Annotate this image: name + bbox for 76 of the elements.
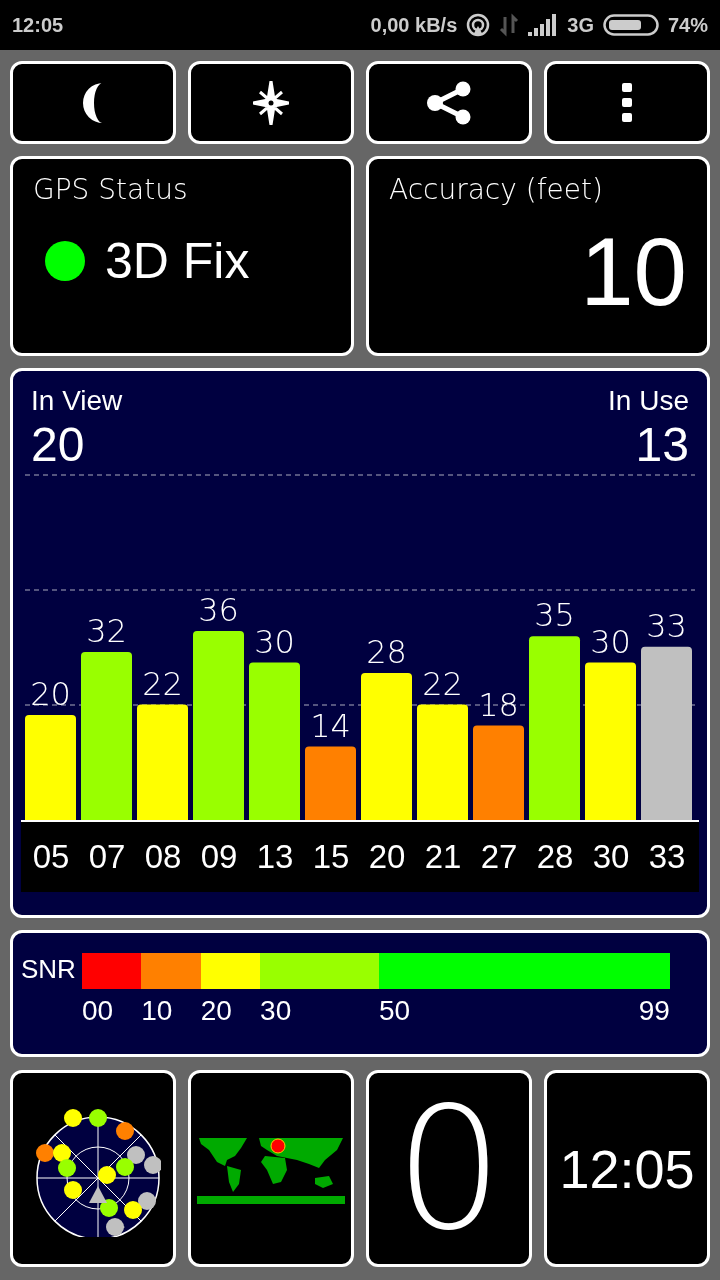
satellite-id: 08 [143,838,183,876]
satellite-id: 07 [87,838,127,876]
signal-icon [528,14,559,36]
satellite-dot [98,1165,116,1184]
card-title: Accuracy (feet) [389,173,604,206]
satellite-dot [58,1158,76,1177]
satellite-id: 28 [535,838,575,876]
world-map-tile[interactable] [188,1070,354,1267]
data-speed: 0,00 kB/s [370,13,458,37]
menu-icon [621,82,633,123]
snr-label: SNR [21,954,76,986]
data-arrows-icon [499,13,520,37]
bar-value: 32 [86,612,127,650]
in-view-count: 20 [31,417,86,472]
satellite-dot [53,1143,71,1162]
counter-tile[interactable]: 0 [366,1070,532,1267]
bar-value: 28 [366,633,407,671]
snr-tick: 20 [200,995,232,1027]
satellite-dot [116,1121,134,1140]
satellite-dot [124,1200,142,1219]
satellite-id: 21 [423,838,463,876]
bar-value: 35 [534,596,575,635]
sky-plot-tile[interactable] [10,1070,176,1267]
snr-tick: 50 [378,995,411,1027]
share-icon [425,80,473,125]
bar-value: 36 [198,591,239,629]
bar-value: 18 [478,685,519,724]
satellite-marker [106,1217,125,1236]
satellite-dot [127,1145,145,1164]
card-title: GPS Status [33,173,189,206]
network-type: 3G [567,13,594,37]
battery-percent: 74% [667,13,708,37]
satellite-id: 09 [199,838,239,876]
bar-value: 14 [310,706,351,745]
clock-time: 12:05 [559,1137,695,1200]
satellite-id: 13 [255,838,295,876]
accuracy-value: 10 [580,224,687,320]
bar-value: 22 [142,664,183,703]
bar-value: 33 [646,606,687,645]
snr-tick: 30 [260,995,292,1027]
snr-tick: 10 [141,995,173,1027]
in-use-label: In Use [608,385,689,417]
bar-value: 22 [422,664,463,703]
satellite-marker [89,1185,107,1203]
satellite-dot [100,1198,118,1217]
counter-value: 0 [394,1083,504,1254]
share-button[interactable] [366,61,532,144]
bar-value: 20 [30,675,71,713]
status-time: 12:05 [12,13,64,37]
satellite-dot [138,1191,156,1210]
satellite-dot [116,1157,134,1176]
satellite-id: 27 [479,838,519,876]
bar-value: 30 [254,622,295,661]
satellite-id: 20 [367,838,407,876]
hotspot-icon [466,13,491,37]
snr-tick: 00 [81,995,114,1027]
satellite-id: 15 [311,838,351,876]
clock-tile[interactable]: 12:05 [544,1070,710,1267]
satellite-dot [64,1108,82,1127]
snr-tick: 99 [638,995,670,1027]
satellite-id: 33 [647,838,687,876]
menu-button[interactable] [544,61,710,144]
fix-status: 3D Fix [105,232,250,290]
in-view-label: In View [31,385,123,417]
satellite-id: 30 [591,838,631,876]
satellite-dot [64,1180,82,1199]
moon-icon [83,82,103,123]
satellite-id: 05 [31,838,71,876]
satellite-dot [89,1108,107,1127]
bar-value: 30 [590,622,631,661]
in-use-count: 13 [635,417,689,472]
satellite-dot [36,1143,54,1162]
compass-rose-icon [253,80,289,125]
night-mode-button[interactable] [10,61,176,144]
compass-button[interactable] [188,61,354,144]
battery-icon [602,14,659,36]
